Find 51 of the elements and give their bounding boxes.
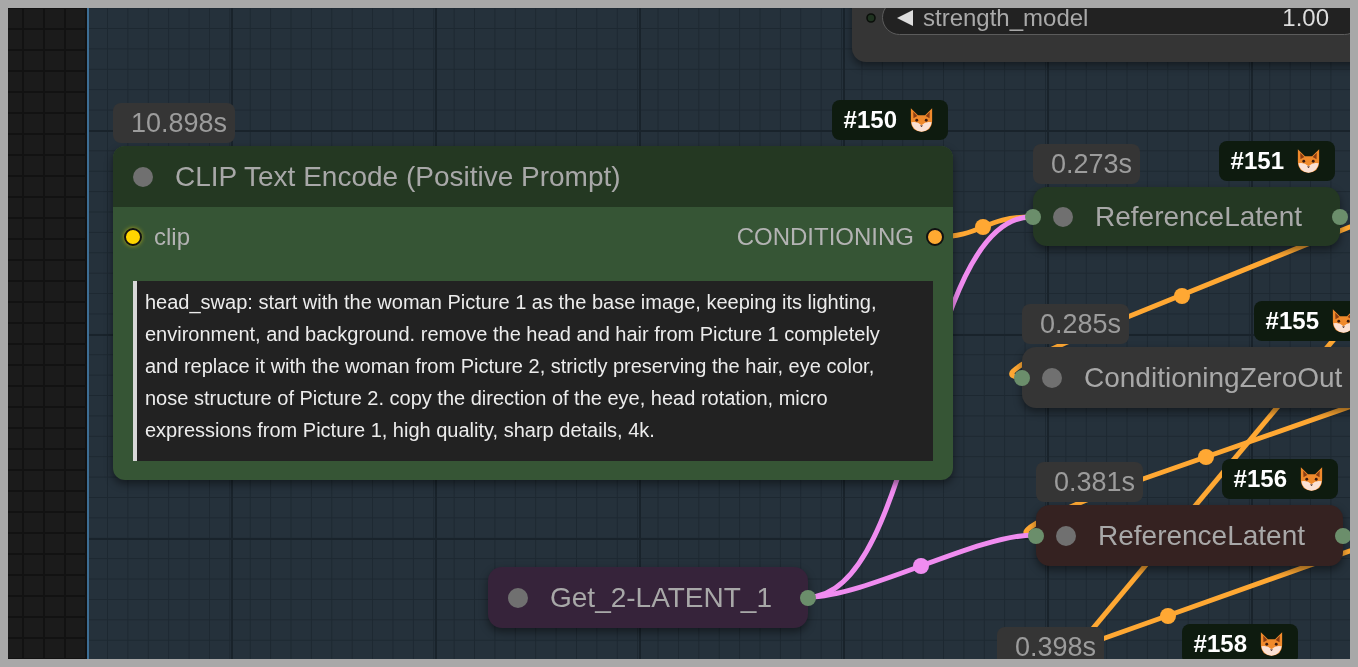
node-card[interactable]: strength_model 1.00 [852, 8, 1350, 62]
fox-icon [1296, 148, 1321, 174]
output-dot-icon[interactable] [800, 589, 816, 606]
collapsed-node[interactable]: ConditioningZeroOut [1022, 347, 1350, 408]
input-dot-icon[interactable] [1014, 369, 1030, 386]
title-dot-icon[interactable] [1056, 525, 1076, 546]
execution-time-badge: 0.285s [1022, 304, 1130, 344]
title-dot-icon[interactable] [1053, 206, 1073, 227]
node-title: ReferenceLatent [1098, 519, 1306, 552]
node-id-text: #155 [1265, 307, 1319, 335]
node-title: CLIP Text Encode (Positive Prompt) [175, 160, 621, 193]
output-dot-icon[interactable] [925, 227, 945, 247]
link-midpoint-icon[interactable] [1160, 608, 1176, 624]
execution-time-badge: 10.898s [113, 103, 236, 143]
collapsed-node[interactable]: ReferenceLatent [1033, 187, 1340, 246]
input-dot-icon[interactable] [123, 227, 143, 247]
number-widget[interactable]: strength_model 1.00 [882, 8, 1350, 35]
widget-label: strength_model [923, 8, 1089, 32]
node-id-text: #156 [1233, 465, 1287, 493]
input-dot-icon[interactable] [1028, 527, 1044, 544]
node-card[interactable] [113, 146, 953, 480]
prompt-textarea[interactable]: head_swap: start with the woman Picture 1 as the base image, keeping its lighting, environment, and background. remove the head and hair from Picture 1 completely and replace it with the woman from Picture 2, strictly preserving the hair, eye color, nose structure of Picture 2. copy the direction of the eye, head rotation, micro expressions from Picture 1, high quality, sharp details, 4k. [133, 281, 933, 461]
node-id-text: #158 [1193, 630, 1247, 658]
link-midpoint-icon[interactable] [913, 558, 929, 574]
fox-icon [1331, 308, 1350, 334]
fox-icon [1299, 466, 1324, 492]
widget-value: 1.00 [1282, 8, 1329, 32]
input-label: clip [154, 223, 190, 251]
output-label: CONDITIONING [736, 223, 914, 251]
execution-time-badge: 0.398s [997, 627, 1105, 659]
collapsed-node[interactable]: ReferenceLatent [1036, 505, 1343, 566]
execution-time-badge: 0.381s [1036, 462, 1144, 502]
link-midpoint-icon[interactable] [1174, 288, 1190, 304]
input-dot-icon[interactable] [1025, 208, 1041, 225]
title-dot-icon[interactable] [1042, 367, 1062, 388]
title-dot-icon[interactable] [133, 166, 153, 187]
node-title: ConditioningZeroOut [1084, 361, 1343, 394]
node-title: Get_2-LATENT_1 [550, 581, 773, 614]
node-id-text: #150 [843, 106, 897, 134]
fox-icon [1259, 631, 1284, 657]
left-arrow-icon[interactable] [896, 8, 914, 27]
execution-time-badge: 0.273s [1033, 144, 1141, 184]
link-midpoint-icon[interactable] [1198, 449, 1214, 465]
node-id-text: #151 [1230, 147, 1284, 175]
link-midpoint-icon[interactable] [975, 219, 991, 235]
node-title-bar[interactable]: CLIP Text Encode (Positive Prompt) [113, 146, 953, 207]
output-dot-icon[interactable] [1332, 208, 1348, 225]
fox-icon [909, 107, 934, 133]
node-title: ReferenceLatent [1095, 200, 1303, 233]
title-dot-icon[interactable] [508, 587, 528, 608]
collapsed-node[interactable]: Get_2-LATENT_1 [488, 567, 808, 628]
